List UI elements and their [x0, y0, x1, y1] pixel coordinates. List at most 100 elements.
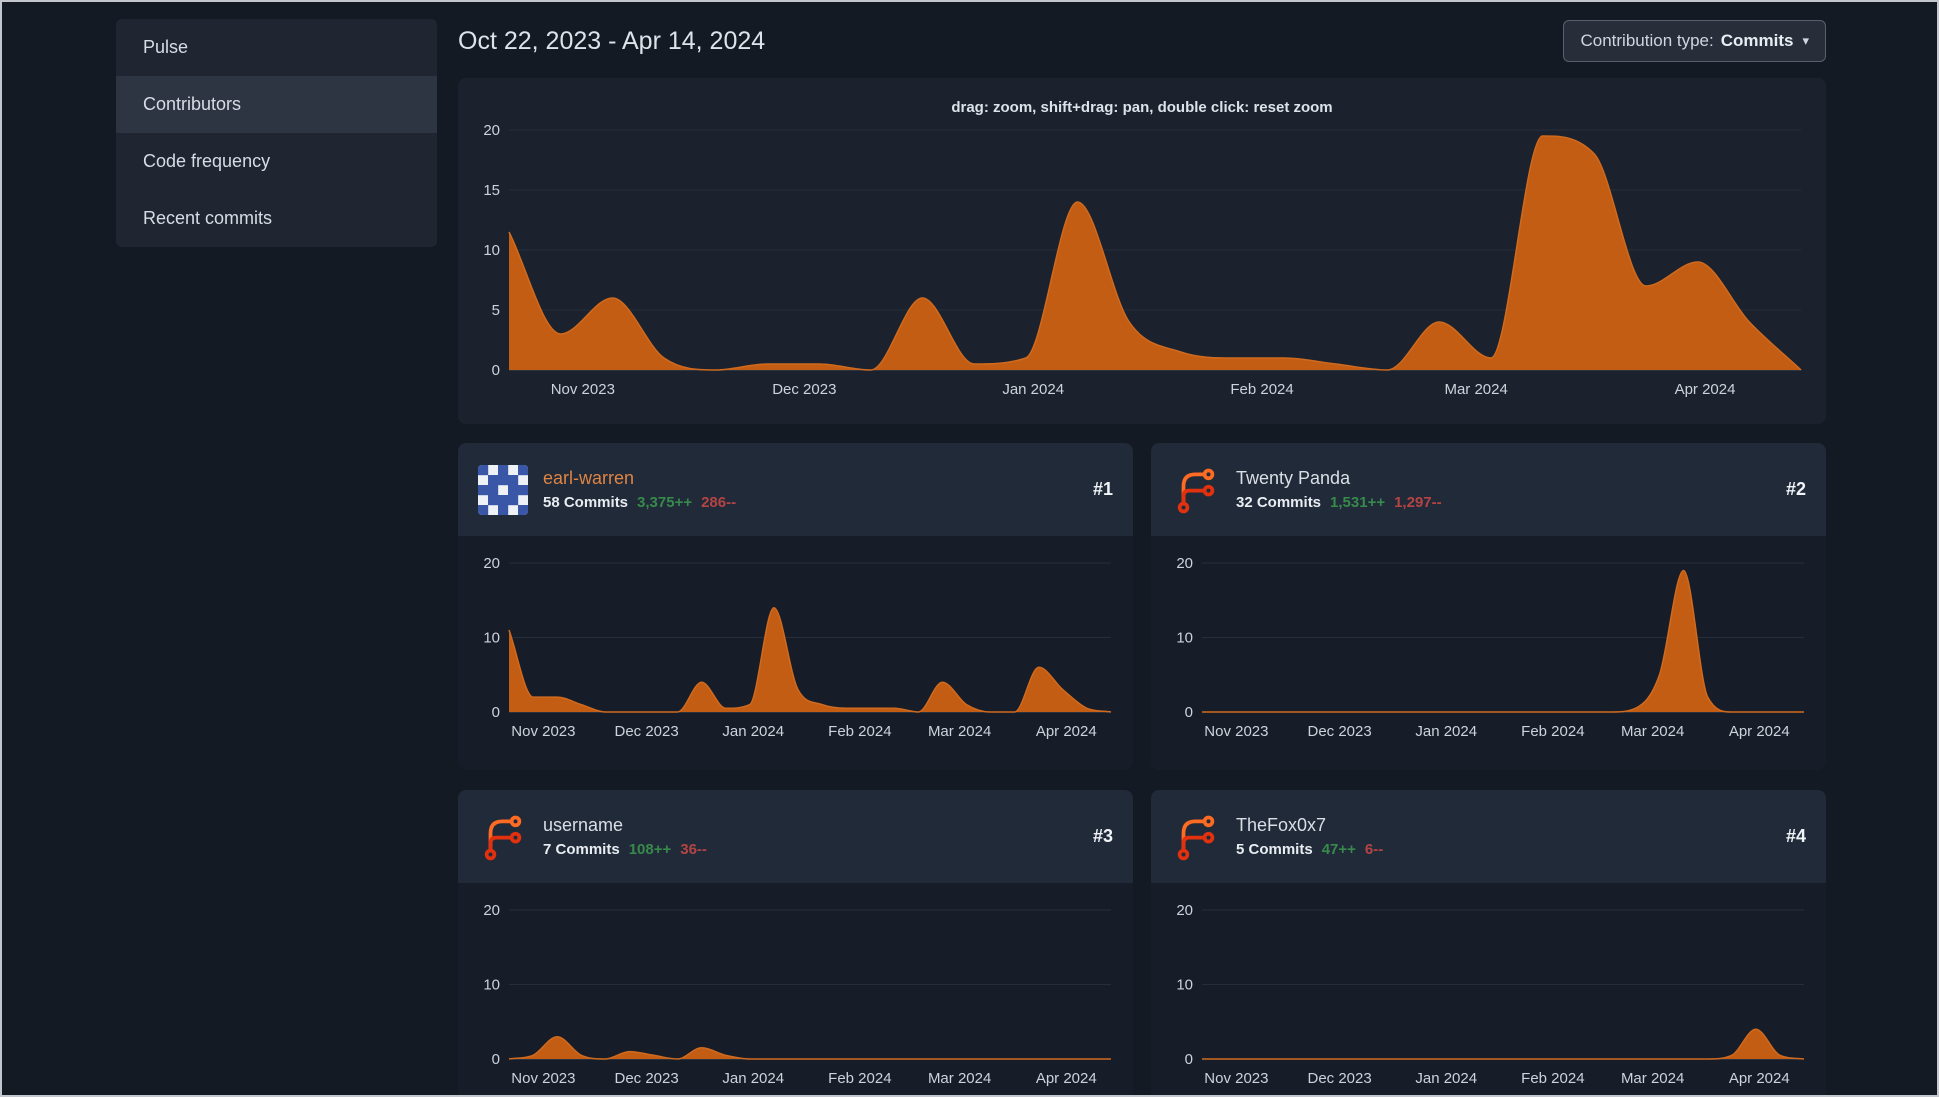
- sidebar-item-pulse[interactable]: Pulse: [116, 19, 437, 76]
- contributor-name: username: [543, 815, 624, 835]
- svg-text:Dec 2023: Dec 2023: [1307, 1070, 1371, 1087]
- contributor-card-header: TheFox0x7 5 Commits 47++ 6-- #4: [1151, 790, 1826, 883]
- chevron-down-icon: ▾: [1802, 33, 1809, 48]
- svg-text:Feb 2024: Feb 2024: [1230, 381, 1293, 398]
- forgejo-logo-avatar: [1171, 812, 1221, 862]
- svg-text:Feb 2024: Feb 2024: [828, 723, 891, 740]
- svg-text:0: 0: [1185, 704, 1193, 721]
- svg-text:Dec 2023: Dec 2023: [1307, 723, 1371, 740]
- main-content: Oct 22, 2023 - Apr 14, 2024 Contribution…: [458, 17, 1826, 1095]
- contributor-chart[interactable]: 0 10 20 Nov 2023 Dec 2023 Jan 2024 Feb 2024 Mar…: [458, 536, 1133, 770]
- deletions-count: 36--: [680, 841, 707, 858]
- svg-text:0: 0: [492, 704, 500, 721]
- contributor-rank: #1: [1092, 479, 1113, 499]
- svg-text:0: 0: [492, 1051, 500, 1068]
- svg-text:Mar 2024: Mar 2024: [1621, 1070, 1684, 1087]
- svg-text:Apr 2024: Apr 2024: [1036, 723, 1097, 740]
- svg-text:5: 5: [492, 302, 500, 319]
- contributor-card: Twenty Panda 32 Commits 1,531++ 1,297-- …: [1151, 443, 1826, 770]
- contributor-cards-grid: earl-warren 58 Commits 3,375++ 286-- #1 …: [458, 443, 1826, 1095]
- contributor-card-header: username 7 Commits 108++ 36-- #3: [458, 790, 1133, 883]
- contributor-card: TheFox0x7 5 Commits 47++ 6-- #4 0 10 20 Nov…: [1151, 790, 1826, 1095]
- svg-text:Apr 2024: Apr 2024: [1729, 1070, 1790, 1087]
- sidebar-item-contributors[interactable]: Contributors: [116, 76, 437, 133]
- contributors-page: Pulse Contributors Code frequency Recent…: [0, 0, 1939, 1097]
- contributor-identity: earl-warren 58 Commits 3,375++ 286--: [543, 468, 736, 511]
- contributor-card: earl-warren 58 Commits 3,375++ 286-- #1 …: [458, 443, 1133, 770]
- svg-text:10: 10: [483, 977, 500, 994]
- contributor-stats: 5 Commits 47++ 6--: [1236, 841, 1383, 858]
- contributor-rank: #2: [1785, 479, 1806, 499]
- svg-text:Jan 2024: Jan 2024: [722, 723, 784, 740]
- contributor-identity: Twenty Panda 32 Commits 1,531++ 1,297--: [1236, 468, 1442, 511]
- svg-text:20: 20: [483, 555, 500, 572]
- contributor-chart[interactable]: 0 10 20 Nov 2023 Dec 2023 Jan 2024 Feb 2024 Mar…: [458, 883, 1133, 1095]
- contributor-name[interactable]: earl-warren: [543, 468, 736, 489]
- contributor-identity: username 7 Commits 108++ 36--: [543, 815, 707, 858]
- contributor-name: Twenty Panda: [1236, 468, 1351, 488]
- svg-text:20: 20: [483, 122, 500, 139]
- deletions-count: 6--: [1364, 841, 1384, 858]
- svg-text:Nov 2023: Nov 2023: [551, 381, 615, 398]
- contributor-stats: 32 Commits 1,531++ 1,297--: [1236, 494, 1442, 511]
- contributor-chart[interactable]: 0 10 20 Nov 2023 Dec 2023 Jan 2024 Feb 2024 Mar…: [1151, 883, 1826, 1095]
- svg-text:Dec 2023: Dec 2023: [614, 1070, 678, 1087]
- commit-count: 58 Commits: [543, 494, 629, 511]
- svg-text:Feb 2024: Feb 2024: [1521, 1070, 1584, 1087]
- commit-count: 5 Commits: [1236, 841, 1313, 858]
- contributor-stats: 7 Commits 108++ 36--: [543, 841, 707, 858]
- main-chart[interactable]: 0 5 10 15 20 Nov 2023 Dec 2023 Jan 2024 Feb 2024…: [458, 78, 1826, 424]
- svg-text:Nov 2023: Nov 2023: [1204, 723, 1268, 740]
- svg-text:Feb 2024: Feb 2024: [828, 1070, 891, 1087]
- sidebar-item-recent-commits[interactable]: Recent commits: [116, 190, 437, 247]
- additions-count: 1,531++: [1330, 494, 1386, 511]
- contribution-type-value: Commits: [1720, 31, 1794, 50]
- svg-text:Nov 2023: Nov 2023: [511, 723, 575, 740]
- additions-count: 47++: [1321, 841, 1356, 858]
- contributor-stats: 58 Commits 3,375++ 286--: [543, 494, 736, 511]
- identicon-avatar-svg: [478, 464, 528, 515]
- svg-text:Nov 2023: Nov 2023: [511, 1070, 575, 1087]
- contributor-name: TheFox0x7: [1236, 815, 1327, 835]
- contributor-card: username 7 Commits 108++ 36-- #3 0 10 20 No…: [458, 790, 1133, 1095]
- svg-text:Apr 2024: Apr 2024: [1729, 723, 1790, 740]
- svg-text:20: 20: [1176, 555, 1193, 572]
- svg-text:Apr 2024: Apr 2024: [1036, 1070, 1097, 1087]
- svg-text:0: 0: [1185, 1051, 1193, 1068]
- svg-text:15: 15: [483, 182, 500, 199]
- svg-text:Feb 2024: Feb 2024: [1521, 723, 1584, 740]
- contributor-card-header: Twenty Panda 32 Commits 1,531++ 1,297-- …: [1151, 443, 1826, 536]
- svg-text:Jan 2024: Jan 2024: [1415, 1070, 1477, 1087]
- overall-chart-panel: drag: zoom, shift+drag: pan, double clic…: [458, 78, 1826, 424]
- sidebar-item-code-frequency[interactable]: Code frequency: [116, 133, 437, 190]
- svg-text:10: 10: [483, 630, 500, 647]
- svg-text:10: 10: [1176, 977, 1193, 994]
- svg-text:20: 20: [483, 902, 500, 919]
- svg-text:Mar 2024: Mar 2024: [928, 1070, 991, 1087]
- identicon-avatar: [478, 464, 528, 515]
- svg-text:Dec 2023: Dec 2023: [772, 381, 836, 398]
- commit-count: 32 Commits: [1236, 494, 1322, 511]
- commit-count: 7 Commits: [543, 841, 620, 858]
- svg-text:Nov 2023: Nov 2023: [1204, 1070, 1268, 1087]
- page-header: Oct 22, 2023 - Apr 14, 2024 Contribution…: [458, 17, 1826, 65]
- svg-text:20: 20: [1176, 902, 1193, 919]
- svg-text:Mar 2024: Mar 2024: [928, 723, 991, 740]
- sidebar-menu: Pulse Contributors Code frequency Recent…: [116, 19, 437, 247]
- forgejo-logo-avatar: [478, 812, 528, 862]
- contribution-type-label: Contribution type:: [1580, 31, 1714, 50]
- contributor-rank: #4: [1785, 826, 1806, 846]
- forgejo-logo-avatar: [1171, 465, 1221, 515]
- contributor-card-header: earl-warren 58 Commits 3,375++ 286-- #1: [458, 443, 1133, 536]
- svg-text:0: 0: [492, 362, 500, 379]
- svg-text:10: 10: [483, 242, 500, 259]
- contributor-rank: #3: [1092, 826, 1113, 846]
- contributor-chart[interactable]: 0 10 20 Nov 2023 Dec 2023 Jan 2024 Feb 2024 Mar…: [1151, 536, 1826, 770]
- date-range-title: Oct 22, 2023 - Apr 14, 2024: [458, 26, 766, 55]
- svg-text:10: 10: [1176, 630, 1193, 647]
- svg-text:Jan 2024: Jan 2024: [1002, 381, 1064, 398]
- contribution-type-dropdown[interactable]: Contribution type: Commits ▾: [1563, 20, 1826, 62]
- svg-text:Mar 2024: Mar 2024: [1621, 723, 1684, 740]
- contributor-identity: TheFox0x7 5 Commits 47++ 6--: [1236, 815, 1383, 858]
- svg-text:Dec 2023: Dec 2023: [614, 723, 678, 740]
